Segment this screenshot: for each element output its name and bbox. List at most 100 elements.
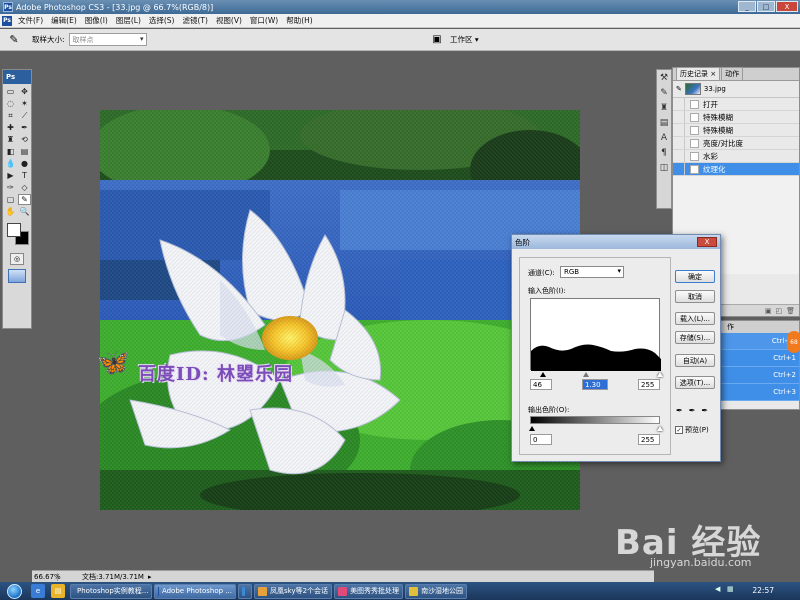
lasso-tool-icon[interactable]: ◌ [4, 98, 17, 109]
history-step[interactable]: 打开 [673, 98, 799, 111]
brush-dock-icon[interactable]: ✎ [660, 88, 668, 98]
cancel-button[interactable]: 取消 [675, 290, 715, 303]
close-window-button[interactable]: X [776, 1, 798, 12]
output-black-field[interactable]: 0 [530, 434, 552, 445]
menu-help[interactable]: 帮助(H) [282, 15, 317, 26]
taskbar-task[interactable]: Photoshop实例教程... [70, 583, 152, 599]
workspace-menu[interactable]: 工作区 ▾ [450, 34, 479, 45]
history-step[interactable]: 特殊模糊 [673, 111, 799, 124]
start-button[interactable] [0, 582, 28, 600]
history-step[interactable]: 纹理化 [673, 163, 799, 176]
history-step-checkbox[interactable] [673, 163, 685, 175]
dodge-tool-icon[interactable]: ● [18, 158, 31, 169]
history-step[interactable]: 水彩 [673, 150, 799, 163]
slice-tool-icon[interactable]: ⟋ [18, 110, 31, 121]
save-button[interactable]: 存储(S)... [675, 331, 715, 344]
menu-image[interactable]: 图像(I) [81, 15, 112, 26]
action-row[interactable]: Ctrl+3 [721, 384, 799, 401]
history-step-checkbox[interactable] [673, 150, 685, 162]
output-white-slider[interactable] [657, 426, 663, 431]
paragraph-dock-icon[interactable]: ¶ [661, 148, 667, 158]
quick-mask-icon[interactable]: ◎ [10, 253, 24, 265]
action-row[interactable]: Ctrl+2 [721, 367, 799, 384]
input-gamma-field[interactable]: 1.30 [582, 379, 608, 390]
zoom-level[interactable]: 66.67% [32, 572, 61, 581]
load-button[interactable]: 载入(L)... [675, 312, 715, 325]
navigator-dock-icon[interactable]: ◫ [660, 163, 669, 173]
foreground-color-swatch[interactable] [7, 223, 21, 237]
minimize-button[interactable]: _ [738, 1, 756, 12]
gradient-tool-icon[interactable]: ▤ [18, 146, 31, 157]
preview-option[interactable]: ✓ 预览(P) [675, 425, 709, 435]
stamp-tool-icon[interactable]: ♜ [4, 134, 17, 145]
gray-eyedropper-icon[interactable]: ✒ [689, 406, 696, 415]
pen-tool-icon[interactable]: ✑ [4, 182, 17, 193]
hand-tool-icon[interactable]: ✋ [4, 206, 17, 217]
black-point-slider[interactable] [540, 372, 546, 377]
bridge-icon[interactable]: ▣ [430, 32, 444, 46]
document-canvas[interactable] [100, 110, 580, 510]
ok-button[interactable]: 确定 [675, 270, 715, 283]
menu-file[interactable]: 文件(F) [14, 15, 47, 26]
sample-size-select[interactable]: 取样点 [68, 33, 147, 46]
path-select-icon[interactable]: ▶ [4, 170, 17, 181]
tab-actions[interactable]: 动作 [721, 67, 744, 80]
maximize-button[interactable]: □ [757, 1, 775, 12]
actions-tab[interactable]: 作 [721, 321, 799, 333]
marquee-tool-icon[interactable]: ▭ [4, 86, 17, 97]
shape-tool-icon[interactable]: ◇ [18, 182, 31, 193]
output-black-slider[interactable] [529, 426, 535, 431]
history-step-checkbox[interactable] [673, 137, 685, 149]
history-brush-icon[interactable]: ⟲ [18, 134, 31, 145]
tab-history[interactable]: 历史记录 × [676, 67, 721, 80]
eyedropper-tool-icon[interactable]: ✎ [18, 194, 31, 205]
white-eyedropper-icon[interactable]: ✒ [701, 406, 708, 415]
magic-wand-tool-icon[interactable]: ✶ [18, 98, 31, 109]
preview-checkbox[interactable]: ✓ [675, 426, 683, 434]
output-white-field[interactable]: 255 [638, 434, 660, 445]
taskbar-task[interactable]: Adobe Photoshop ... [154, 583, 236, 599]
auto-button[interactable]: 自动(A) [675, 354, 715, 367]
menu-view[interactable]: 视图(V) [212, 15, 246, 26]
taskbar-task[interactable] [238, 583, 252, 599]
channel-select[interactable]: RGB [560, 266, 624, 278]
volume-icon[interactable]: ◀ [715, 585, 724, 594]
history-step[interactable]: 特殊模糊 [673, 124, 799, 137]
menu-layer[interactable]: 图层(L) [112, 15, 145, 26]
trash-icon[interactable]: 🗑 [786, 307, 795, 315]
app-menu-icon[interactable]: Ps [2, 15, 12, 26]
tools-dock-icon[interactable]: ⚒ [660, 73, 668, 83]
gamma-slider[interactable] [583, 372, 589, 377]
folder-icon[interactable]: ▤ [51, 584, 65, 598]
white-point-slider[interactable] [657, 372, 663, 377]
status-menu-icon[interactable]: ▸ [148, 573, 152, 581]
screen-mode-icon[interactable] [8, 269, 26, 283]
network-icon[interactable]: ▦ [727, 585, 736, 594]
new-snapshot-icon[interactable]: ◰ [775, 307, 782, 315]
notification-badge[interactable]: 68 [787, 331, 800, 353]
crop-tool-icon[interactable]: ⌗ [4, 110, 17, 121]
history-step-checkbox[interactable] [673, 111, 685, 123]
history-step[interactable]: 亮度/对比度 [673, 137, 799, 150]
action-row[interactable]: Ctrl+1 [721, 350, 799, 367]
ie-icon[interactable]: e [31, 584, 45, 598]
zoom-tool-icon[interactable]: 🔍 [18, 206, 31, 217]
menu-select[interactable]: 选择(S) [145, 15, 179, 26]
menu-window[interactable]: 窗口(W) [246, 15, 282, 26]
menu-filter[interactable]: 滤镜(T) [179, 15, 212, 26]
new-document-icon[interactable]: ▣ [765, 307, 772, 315]
taskbar-task[interactable]: 南沙湿地公园 [405, 583, 468, 599]
notes-tool-icon[interactable]: ▢ [4, 194, 17, 205]
history-snapshot[interactable]: ✎ 33.jpg [673, 81, 799, 98]
input-white-field[interactable]: 255 [638, 379, 660, 390]
brush-tool-icon[interactable]: ✒ [18, 122, 31, 133]
black-eyedropper-icon[interactable]: ✒ [676, 406, 683, 415]
history-step-checkbox[interactable] [673, 98, 685, 110]
layers-dock-icon[interactable]: ▤ [660, 118, 669, 128]
move-tool-icon[interactable]: ✥ [18, 86, 31, 97]
input-black-field[interactable]: 46 [530, 379, 552, 390]
taskbar-task[interactable]: 美图秀秀批处理 [334, 583, 404, 599]
dialog-close-button[interactable]: X [697, 237, 717, 247]
options-button[interactable]: 选项(T)... [675, 376, 715, 389]
character-dock-icon[interactable]: A [661, 133, 667, 143]
